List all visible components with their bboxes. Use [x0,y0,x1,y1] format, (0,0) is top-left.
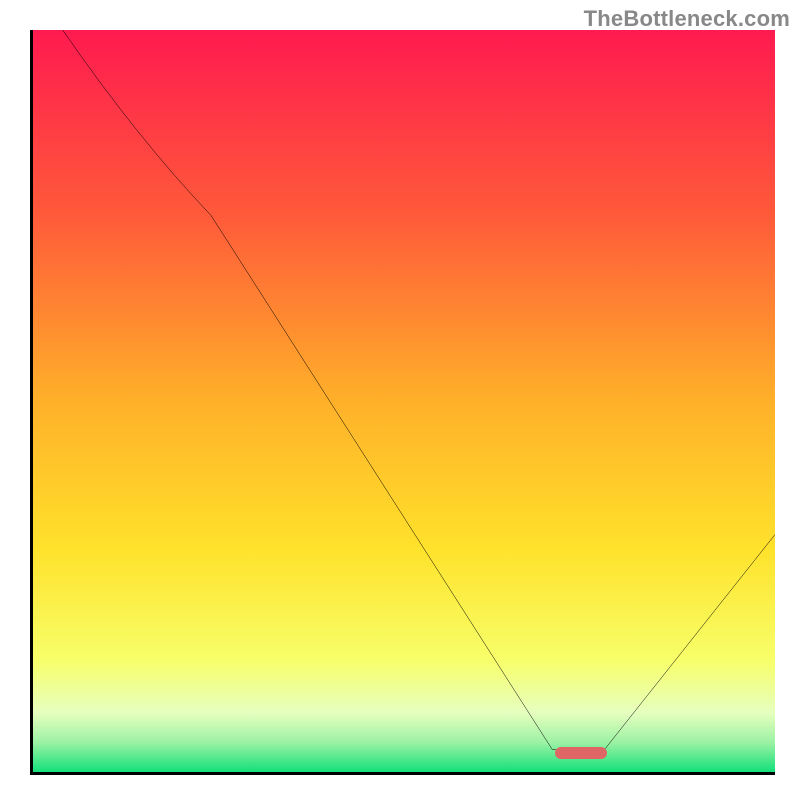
background-gradient [33,30,775,772]
plot-area [30,30,775,775]
optimal-marker [555,747,607,759]
watermark-text: TheBottleneck.com [584,6,790,32]
chart-container: TheBottleneck.com [0,0,800,800]
